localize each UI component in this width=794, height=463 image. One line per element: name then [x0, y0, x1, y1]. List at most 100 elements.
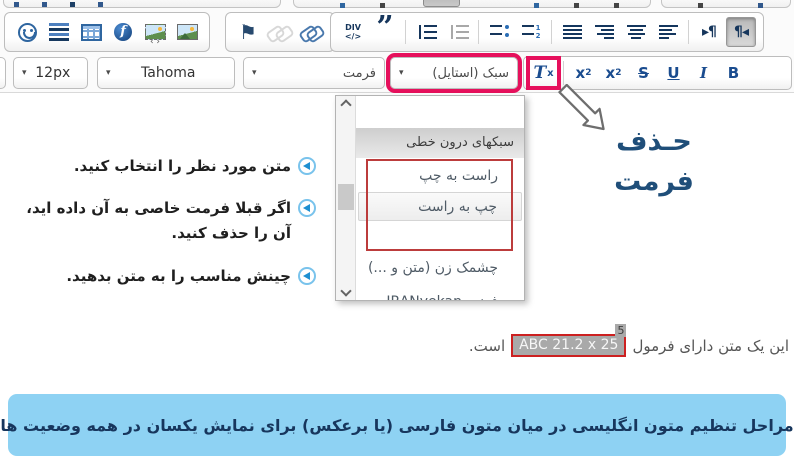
toolbar-button-link[interactable] [297, 17, 327, 47]
editor-tutorial-page: f ⚑ DIV</> ” ▸¶ ¶◂ ▾ 12px ▾ Tahoma ▾ فرمت ▾… [0, 0, 794, 463]
subscript-icon: x [606, 64, 616, 82]
toolbar-button-strikethrough[interactable]: S [630, 60, 657, 86]
italic-icon: I [700, 64, 707, 82]
decrease-indent-icon [448, 25, 469, 39]
toolbar-top-pressed-button[interactable] [423, 0, 460, 7]
remove-format-icon: x [547, 68, 553, 79]
toolbar-button-remove-format[interactable]: Tx [530, 60, 557, 86]
strikethrough-icon: S [638, 64, 649, 82]
scroll-up-icon[interactable] [340, 99, 351, 110]
toolbar-button-italic[interactable]: I [690, 60, 717, 86]
toolbar-button-underline[interactable]: U [660, 60, 687, 86]
toolbar-separator [551, 20, 552, 44]
page-break-icon [49, 23, 69, 41]
style-menu-item[interactable]: چشمک زن (متن و ...) [358, 254, 522, 283]
toolbar-group-links: ⚑ [225, 12, 335, 52]
chevron-left-circle-icon [298, 267, 316, 285]
toolbar-button-justify[interactable] [557, 17, 587, 47]
increase-indent-icon [416, 25, 437, 39]
style-dropdown[interactable]: ▾ سبک (استایل) [390, 57, 518, 89]
numbered-list-icon [522, 25, 541, 39]
toolbar-button-align-center[interactable] [621, 17, 651, 47]
toolbar-top-strip [661, 0, 791, 8]
toolbar-separator [563, 61, 564, 85]
toolbar-button-increase-indent[interactable] [411, 17, 441, 47]
instruction-text: اگر قبلا فرمت خاصی به آن داده اید،آن را … [26, 196, 291, 246]
toolbar-top-strip [3, 0, 281, 8]
toolbar-top-icon-fragments [14, 2, 19, 7]
caption-text: مراحل تنظیم متون انگلیسی در میان متون فا… [0, 416, 793, 435]
toolbar-button-flash[interactable]: f [108, 17, 138, 47]
instruction-item: اگر قبلا فرمت خاصی به آن داده اید،آن را … [26, 196, 316, 246]
formula-superscript: 5 [615, 324, 626, 337]
toolbar-button-align-left[interactable] [653, 17, 683, 47]
toolbar-separator [688, 20, 689, 44]
toolbar-button-align-right[interactable] [589, 17, 619, 47]
div-container-icon: DIV</> [345, 24, 361, 41]
blockquote-icon: ” [376, 24, 393, 40]
toolbar-button-bold[interactable]: B [720, 60, 747, 86]
image-placeholder-icon [145, 24, 166, 40]
superscript-icon: x [576, 64, 586, 82]
table-icon [81, 24, 102, 41]
align-left-icon [659, 25, 678, 39]
underline-icon: U [667, 64, 679, 82]
font-size-dropdown[interactable]: ▾ 12px [13, 57, 88, 89]
formula-highlighted-text[interactable]: ABC 21.2 x 25 5 [511, 334, 626, 357]
chevron-left-circle-icon [298, 157, 316, 175]
toolbar-button-page-break[interactable] [44, 17, 74, 47]
remove-format-annotation: حـذف فرمت [596, 122, 712, 202]
font-family-dropdown[interactable]: ▾ Tahoma [97, 57, 235, 89]
style-menu-item[interactable]: چپ به راست [358, 192, 522, 221]
caption-banner: مراحل تنظیم متون انگلیسی در میان متون فا… [8, 394, 786, 456]
style-dropdown-value: سبک (استایل) [432, 66, 509, 81]
paragraph-rtl-icon: ¶◂ [734, 24, 748, 40]
formula-value: ABC 21.2 x 25 [519, 337, 618, 353]
toolbar-button-numbered-list[interactable] [516, 17, 546, 47]
toolbar-button-bulleted-list[interactable] [484, 17, 514, 47]
toolbar-separator [405, 20, 406, 44]
toolbar-button-paragraph-ltr[interactable]: ▸¶ [694, 17, 724, 47]
toolbar-button-blockquote[interactable]: ” [370, 17, 400, 47]
toolbar-button-paragraph-rtl[interactable]: ¶◂ [726, 17, 756, 47]
bold-icon: B [728, 64, 739, 82]
style-menu-item[interactable]: راست به چپ [358, 162, 522, 191]
toolbar-button-table[interactable] [76, 17, 106, 47]
font-size-value: 12px [27, 65, 79, 81]
align-right-icon [595, 25, 614, 39]
style-menu-item[interactable]: فونت IRANyekan [358, 288, 522, 301]
toolbar-button-unlink [265, 17, 295, 47]
toolbar-button-decrease-indent [443, 17, 473, 47]
flash-icon: f [114, 23, 132, 41]
scroll-down-icon[interactable] [340, 285, 351, 296]
style-menu-panel: سبکهای درون خطی راست به چپچپ به راست چشمک… [335, 95, 525, 301]
instruction-text: چینش مناسب را به متن بدهید. [66, 264, 291, 289]
toolbar-button-image-placeholder[interactable] [140, 17, 170, 47]
unlink-icon [268, 24, 292, 40]
toolbar-area: f ⚑ DIV</> ” ▸¶ ¶◂ ▾ 12px ▾ Tahoma ▾ فرمت ▾… [0, 0, 794, 93]
style-menu-header: سبکهای درون خطی [356, 128, 524, 158]
dropdown-clipped[interactable] [0, 57, 6, 89]
chevron-down-icon: ▾ [399, 68, 404, 78]
chevron-left-circle-icon [298, 199, 316, 217]
scrollbar[interactable] [336, 96, 356, 300]
toolbar-button-image[interactable] [172, 17, 202, 47]
toolbar-button-superscript[interactable]: x2 [570, 60, 597, 86]
toolbar-button-smiley[interactable] [12, 17, 42, 47]
instruction-text: متن مورد نظر را انتخاب کنید. [74, 154, 291, 179]
toolbar-button-anchor-flag[interactable]: ⚑ [233, 17, 263, 47]
paragraph-ltr-icon: ▸¶ [702, 24, 716, 40]
toolbar-top-strip [293, 0, 651, 8]
toolbar-button-div-container[interactable]: DIV</> [338, 17, 368, 47]
link-icon [300, 24, 324, 40]
paragraph-format-value: فرمت [343, 66, 376, 81]
bulleted-list-icon [490, 25, 509, 39]
paragraph-format-dropdown[interactable]: ▾ فرمت [243, 57, 385, 89]
formula-suffix: است. [469, 337, 505, 355]
toolbar-button-subscript[interactable]: x2 [600, 60, 627, 86]
annotation-line: فرمت [596, 162, 712, 202]
align-center-icon [627, 25, 646, 39]
anchor-flag-icon: ⚑ [239, 22, 257, 42]
scrollbar-thumb[interactable] [338, 184, 354, 210]
annotation-line: حـذف [596, 122, 712, 162]
